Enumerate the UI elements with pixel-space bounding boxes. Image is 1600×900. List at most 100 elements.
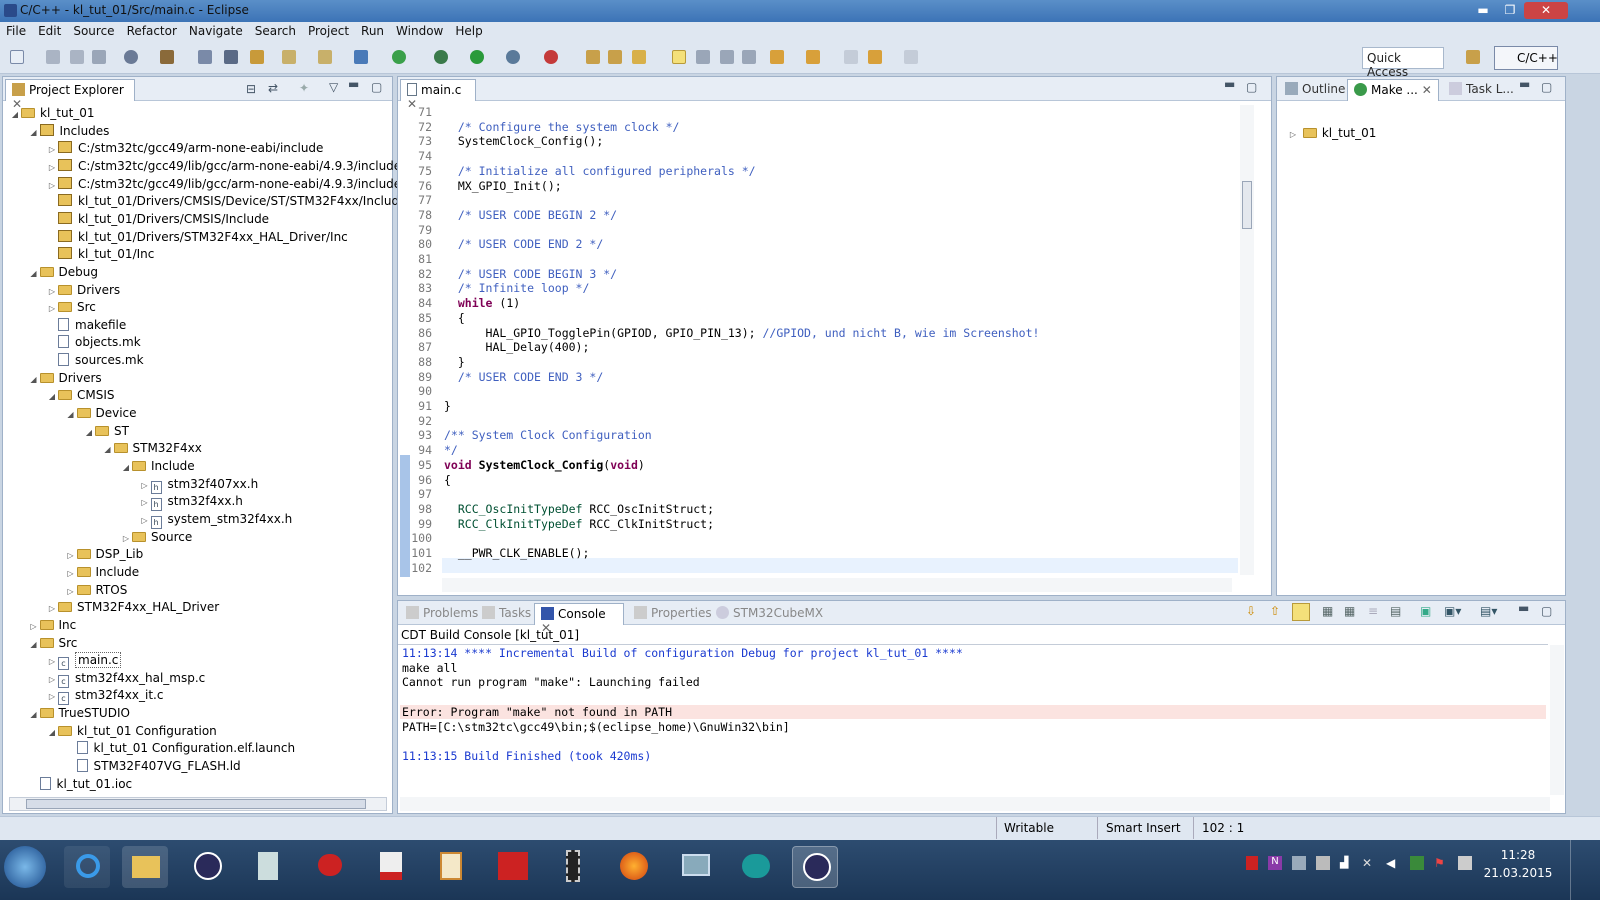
tray-volume-icon[interactable]: ◀ bbox=[1386, 856, 1400, 870]
view-menu-icon[interactable]: ▽ bbox=[329, 80, 338, 94]
tree-item[interactable]: ▷ c stm32f4xx_hal_msp.c bbox=[46, 669, 205, 688]
tree-item[interactable]: ▷ DSP_Lib bbox=[65, 545, 143, 563]
pin-console-icon[interactable]: ▤ bbox=[1390, 604, 1401, 618]
save-all-icon[interactable] bbox=[70, 50, 84, 64]
clock-date[interactable]: 21.03.2015 bbox=[1482, 866, 1554, 880]
print-icon[interactable] bbox=[92, 50, 106, 64]
code-line[interactable]: { bbox=[444, 311, 465, 326]
chip-icon[interactable] bbox=[550, 846, 596, 888]
prev-annotation-icon[interactable] bbox=[806, 50, 820, 64]
tree-item[interactable]: makefile bbox=[46, 316, 126, 334]
tree-item[interactable]: ▷ Source bbox=[120, 528, 192, 546]
tree-item[interactable]: ▷ c main.c bbox=[46, 651, 122, 671]
code-line[interactable]: } bbox=[444, 399, 451, 414]
tray-acrobat-icon[interactable] bbox=[1246, 856, 1258, 870]
maximize-view-icon[interactable]: ▢ bbox=[371, 80, 382, 94]
display-console-icon[interactable]: ▣ bbox=[1420, 604, 1431, 618]
next-annotation-icon[interactable] bbox=[770, 50, 784, 64]
mark-occurrences-icon[interactable] bbox=[696, 50, 710, 64]
settings-icon[interactable] bbox=[124, 50, 138, 64]
tab-stm32cubemx[interactable]: STM32CubeMX bbox=[710, 603, 829, 625]
block-select-icon[interactable] bbox=[720, 50, 734, 64]
tree-item[interactable]: ◢ CMSIS bbox=[46, 386, 115, 404]
explorer-icon[interactable] bbox=[122, 846, 168, 888]
tree-item[interactable]: ◢ Src bbox=[28, 634, 77, 654]
minimize-view-icon[interactable]: ▬ bbox=[1518, 601, 1529, 615]
menu-file[interactable]: File bbox=[0, 22, 32, 40]
tray-onenote-icon[interactable]: N bbox=[1268, 856, 1282, 870]
maximize-view-icon[interactable]: ▢ bbox=[1541, 604, 1552, 618]
new-icon[interactable] bbox=[10, 50, 24, 64]
collapse-icon[interactable]: ◢ bbox=[65, 406, 77, 424]
start-button[interactable] bbox=[4, 846, 46, 888]
filter-icon[interactable]: ✦ bbox=[299, 81, 309, 95]
code-line[interactable]: /** System Clock Configuration bbox=[444, 428, 652, 443]
minimize-view-icon[interactable]: ▬ bbox=[348, 77, 359, 91]
tray-monitor-icon[interactable] bbox=[1458, 856, 1472, 870]
tray-flag-icon[interactable]: ⚑ bbox=[1434, 856, 1448, 870]
tree-item[interactable]: ▷ h stm32f407xx.h bbox=[139, 475, 258, 494]
menu-navigate[interactable]: Navigate bbox=[183, 22, 249, 40]
tree-item[interactable]: ▷ h stm32f4xx.h bbox=[139, 492, 243, 512]
tree-item[interactable]: ◢ Includes bbox=[28, 122, 109, 140]
debug-icon[interactable] bbox=[434, 50, 448, 64]
tab-tasks[interactable]: Tasks bbox=[476, 603, 537, 625]
tree-item[interactable]: ◢ Debug bbox=[28, 263, 98, 281]
tree-item[interactable]: kl_tut_01/Drivers/STM32F4xx_HAL_Driver/I… bbox=[46, 228, 348, 246]
document-icon[interactable] bbox=[428, 846, 474, 888]
code-line[interactable]: MX_GPIO_Init(); bbox=[444, 179, 562, 194]
expand-icon[interactable]: ▷ bbox=[1287, 126, 1299, 144]
tree-item[interactable]: ▷ C:/stm32tc/gcc49/lib/gcc/arm-none-eabi/… bbox=[46, 175, 420, 193]
tree-item[interactable]: ◢ kl_tut_01 bbox=[9, 104, 95, 122]
firefox-icon[interactable] bbox=[610, 846, 656, 888]
open-perspective-icon[interactable] bbox=[1466, 50, 1480, 64]
tree-item[interactable]: STM32F407VG_FLASH.ld bbox=[65, 757, 241, 775]
scrollbar-thumb[interactable] bbox=[26, 799, 366, 809]
code-line[interactable]: */ bbox=[444, 443, 458, 458]
scrollbar-thumb[interactable] bbox=[1242, 181, 1252, 229]
menu-window[interactable]: Window bbox=[390, 22, 449, 40]
tree-item[interactable]: ▷ C:/stm32tc/gcc49/lib/gcc/arm-none-eabi/… bbox=[46, 157, 401, 175]
tab-project-explorer[interactable]: Project Explorer ✕ bbox=[5, 79, 135, 111]
tree-item[interactable]: ◢ STM32F4xx bbox=[102, 439, 201, 457]
menu-edit[interactable]: Edit bbox=[32, 22, 67, 40]
tree-item[interactable]: ▷ h system_stm32f4xx.h bbox=[139, 510, 292, 529]
tree-item[interactable]: ▷ STM32F4xx_HAL_Driver bbox=[46, 598, 219, 616]
tray-tools-icon[interactable]: ✕ bbox=[1362, 856, 1376, 870]
tree-item[interactable]: ◢ Drivers bbox=[28, 369, 101, 387]
horizontal-scrollbar[interactable] bbox=[400, 797, 1550, 811]
prev-error-icon[interactable]: ⇧ bbox=[1270, 604, 1280, 618]
scroll-lock-icon[interactable] bbox=[1292, 603, 1310, 621]
minimize-view-icon[interactable]: ▬ bbox=[1519, 77, 1530, 91]
minimize-button[interactable]: ▬ bbox=[1470, 2, 1496, 19]
collapse-icon[interactable]: ◢ bbox=[28, 636, 40, 654]
clean-icon[interactable] bbox=[224, 50, 238, 64]
new-folder-icon[interactable] bbox=[282, 50, 296, 64]
menu-source[interactable]: Source bbox=[67, 22, 120, 40]
solidworks-icon[interactable] bbox=[490, 846, 536, 888]
tree-item[interactable]: objects.mk bbox=[46, 333, 141, 351]
calculator-icon[interactable] bbox=[246, 846, 292, 888]
network-icon[interactable] bbox=[672, 846, 718, 888]
code-line[interactable]: /* Configure the system clock */ bbox=[444, 120, 680, 135]
maximize-view-icon[interactable]: ▢ bbox=[1541, 80, 1552, 94]
whitespace-icon[interactable] bbox=[742, 50, 756, 64]
code-line[interactable]: __PWR_CLK_ENABLE(); bbox=[444, 546, 590, 561]
code-line[interactable]: /* Initialize all configured peripherals… bbox=[444, 164, 756, 179]
close-button[interactable]: ✕ bbox=[1524, 2, 1568, 19]
tree-item[interactable]: kl_tut_01 Configuration.elf.launch bbox=[65, 739, 295, 757]
code-line[interactable]: SystemClock_Config(); bbox=[444, 134, 603, 149]
tree-item[interactable]: ▷ Drivers bbox=[46, 281, 120, 299]
code-line[interactable]: /* USER CODE BEGIN 2 */ bbox=[444, 208, 617, 223]
menu-help[interactable]: Help bbox=[449, 22, 488, 40]
menu-run[interactable]: Run bbox=[355, 22, 390, 40]
bug-icon[interactable] bbox=[306, 846, 352, 888]
tab-outline[interactable]: Outline bbox=[1279, 79, 1351, 101]
tab-console[interactable]: Console ✕ bbox=[534, 603, 624, 635]
copy-icon[interactable]: ▦ bbox=[1322, 604, 1333, 618]
code-line[interactable]: RCC_OscInitTypeDef RCC_OscInitStruct; bbox=[444, 502, 714, 517]
tree-item[interactable]: ▷ Inc bbox=[28, 616, 76, 634]
tree-item[interactable]: ◢ ST bbox=[83, 422, 129, 440]
code-line[interactable]: HAL_GPIO_TogglePin(GPIOD, GPIO_PIN_13); … bbox=[444, 326, 1040, 341]
tree-item[interactable]: ◢ kl_tut_01 Configuration bbox=[46, 722, 217, 740]
